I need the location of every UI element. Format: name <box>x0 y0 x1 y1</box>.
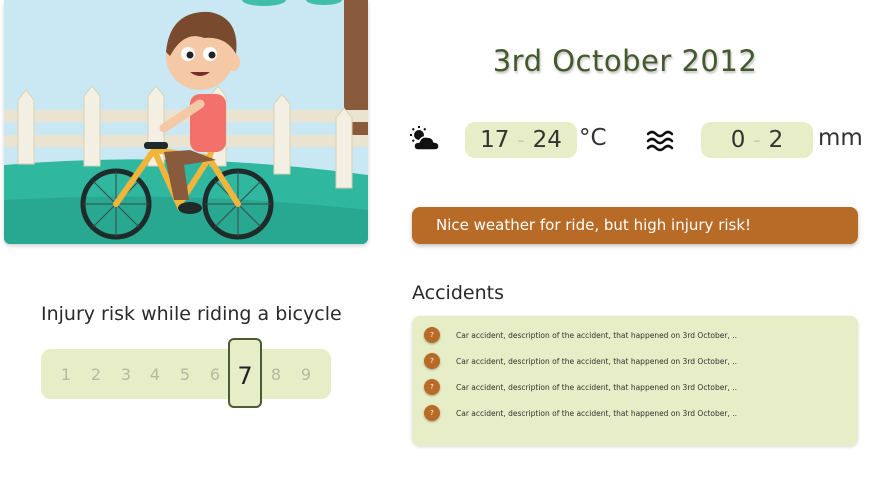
accident-badge-icon: ? <box>424 405 440 421</box>
risk-option-9[interactable]: 9 <box>291 349 321 399</box>
risk-option-4[interactable]: 4 <box>140 349 170 399</box>
accident-text: Car accident, description of the acciden… <box>456 356 737 366</box>
cyclist-illustration <box>4 0 368 244</box>
accident-badge-icon: ? <box>424 379 440 395</box>
accident-badge-icon: ? <box>424 353 440 369</box>
temp-unit: °C <box>579 125 607 151</box>
temp-separator: - <box>517 128 525 152</box>
rain-separator: - <box>753 128 761 152</box>
risk-option-selected[interactable]: 7 <box>228 338 262 408</box>
accidents-list: ? Car accident, description of the accid… <box>412 316 858 446</box>
rain-min: 0 <box>730 127 746 153</box>
accident-text: Car accident, description of the acciden… <box>456 382 737 392</box>
risk-option-3[interactable]: 3 <box>111 349 141 399</box>
temp-max: 24 <box>532 127 562 153</box>
wave-icon <box>645 128 675 154</box>
advice-banner: Nice weather for ride, but high injury r… <box>412 207 858 244</box>
temp-min: 17 <box>480 127 510 153</box>
accident-item[interactable]: ? Car accident, description of the accid… <box>424 404 737 422</box>
accidents-title: Accidents <box>412 282 504 304</box>
risk-option-1[interactable]: 1 <box>51 349 81 399</box>
risk-option-2[interactable]: 2 <box>81 349 111 399</box>
accident-item[interactable]: ? Car accident, description of the accid… <box>424 326 737 344</box>
rain-unit: mm <box>818 125 863 151</box>
accident-item[interactable]: ? Car accident, description of the accid… <box>424 378 737 396</box>
date-heading: 3rd October 2012 <box>492 44 758 78</box>
rain-max: 2 <box>768 127 784 153</box>
rainfall-range: 0 - 2 <box>701 122 813 158</box>
accident-text: Car accident, description of the acciden… <box>456 330 737 340</box>
injury-risk-title: Injury risk while riding a bicycle <box>41 303 342 325</box>
injury-risk-scale: 1 2 3 4 5 6 7 8 9 <box>41 338 331 408</box>
accident-item[interactable]: ? Car accident, description of the accid… <box>424 352 737 370</box>
partly-cloudy-icon <box>410 126 440 154</box>
temperature-range: 17 - 24 <box>465 122 577 158</box>
risk-option-6[interactable]: 6 <box>200 349 230 399</box>
risk-option-8[interactable]: 8 <box>261 349 291 399</box>
risk-option-5[interactable]: 5 <box>170 349 200 399</box>
accident-text: Car accident, description of the acciden… <box>456 408 737 418</box>
accident-badge-icon: ? <box>424 327 440 343</box>
